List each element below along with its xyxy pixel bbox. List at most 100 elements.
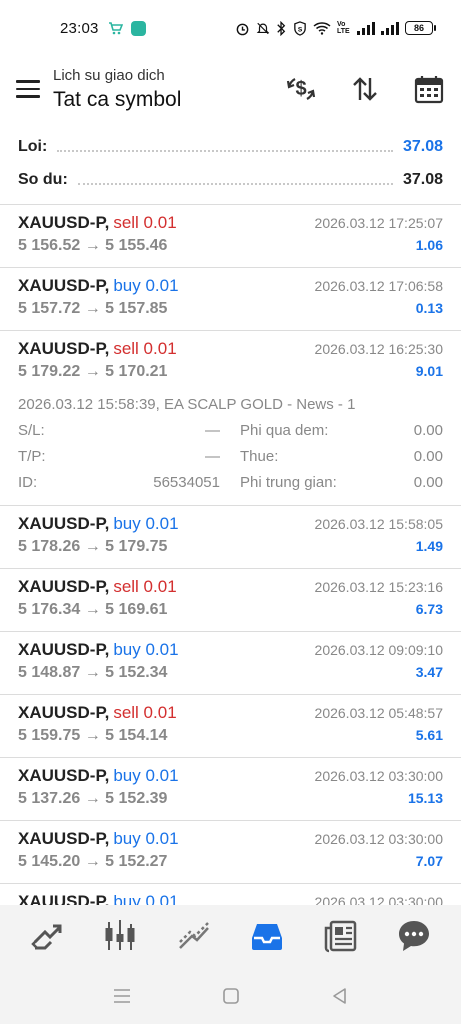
deal-datetime: 2026.03.12 17:25:07 [314, 215, 443, 231]
profit-row: Loi: 37.08 [0, 130, 461, 163]
page-subtitle: Lich su giao dich [53, 66, 165, 84]
commission-label: Phi trung gian: [240, 473, 337, 491]
bluetooth-icon [277, 20, 286, 36]
deal-side: buy 0.01 [113, 276, 179, 295]
nav-trade[interactable] [170, 912, 218, 960]
signal-icon-2 [381, 21, 399, 35]
status-time: 23:03 [60, 19, 99, 37]
deal-datetime: 2026.03.12 03:30:00 [314, 831, 443, 847]
deal-row[interactable]: XAUUSD-P, sell 0.01 2026.03.12 05:48:57 5 … [0, 695, 461, 758]
app-notification-icon [130, 20, 146, 36]
deal-datetime: 2026.03.12 03:30:00 [314, 894, 443, 905]
deal-profit: 3.47 [415, 664, 443, 680]
signal-icon [357, 21, 375, 35]
deal-prices: 5 137.26 → 5 152.39 [18, 790, 168, 807]
deal-side: sell 0.01 [113, 339, 177, 358]
deal-profit: 1.06 [415, 237, 443, 253]
deal-profit: 1.49 [415, 538, 443, 554]
deal-symbol: XAUUSD-P, [18, 829, 110, 848]
symbol-filter[interactable]: Tat ca symbol [53, 88, 181, 112]
deal-symbol: XAUUSD-P, [18, 892, 110, 905]
deal-side: buy 0.01 [113, 640, 179, 659]
chat-icon [399, 921, 430, 951]
recents-button[interactable] [110, 984, 134, 1008]
dotted-leader [57, 149, 393, 152]
deal-side: sell 0.01 [113, 703, 177, 722]
account-summary: Loi: 37.08 So du: 37.08 [0, 130, 461, 196]
deal-row[interactable]: XAUUSD-P, buy 0.01 2026.03.12 09:09:10 5 1… [0, 632, 461, 695]
deal-symbol: XAUUSD-P, [18, 339, 110, 358]
deal-prices: 5 178.26 → 5 179.75 [18, 538, 168, 555]
deal-prices: 5 159.75 → 5 154.14 [18, 727, 168, 744]
deal-profit: 7.07 [415, 853, 443, 869]
currency-exchange-button[interactable]: $ [283, 71, 319, 107]
balance-row: So du: 37.08 [0, 163, 461, 196]
alarm-icon [236, 23, 249, 35]
hamburger-icon-line [16, 87, 40, 91]
deal-datetime: 2026.03.12 15:58:05 [314, 516, 443, 532]
deal-prices: 5 145.20 → 5 152.27 [18, 853, 168, 870]
swap-label: Phi qua dem: [240, 421, 329, 439]
deal-side: sell 0.01 [113, 577, 177, 596]
nav-chat[interactable] [390, 912, 438, 960]
menu-button[interactable] [3, 64, 53, 114]
deal-symbol: XAUUSD-P, [18, 640, 110, 659]
deal-row[interactable]: XAUUSD-P, buy 0.01 2026.03.12 17:06:58 5 1… [0, 268, 461, 331]
nav-news[interactable] [317, 912, 365, 960]
balance-label: So du: [18, 170, 68, 188]
deal-datetime: 2026.03.12 05:48:57 [314, 705, 443, 721]
calendar-icon [414, 76, 444, 104]
commission-value: 0.00 [413, 473, 443, 491]
deal-prices: 5 179.22 → 5 170.21 [18, 363, 168, 380]
sl-label: S/L: [18, 421, 45, 439]
cart-icon [108, 22, 123, 35]
balance-value: 37.08 [402, 170, 443, 188]
home-button[interactable] [219, 984, 243, 1008]
deal-row[interactable]: XAUUSD-P, buy 0.01 2026.03.12 03:30:00 [0, 884, 461, 905]
deal-row[interactable]: XAUUSD-P, buy 0.01 2026.03.12 03:30:00 5 1… [0, 821, 461, 884]
sort-button[interactable] [347, 71, 383, 107]
deal-datetime: 2026.03.12 09:09:10 [314, 642, 443, 658]
trade-icon [178, 922, 209, 949]
svg-text:$: $ [295, 78, 306, 100]
deal-row[interactable]: XAUUSD-P, buy 0.01 2026.03.12 03:30:00 5 1… [0, 758, 461, 821]
deal-prices: 5 157.72 → 5 157.85 [18, 300, 168, 317]
app-header: Lich su giao dich Tat ca symbol $ [0, 56, 461, 122]
system-navigation [0, 967, 461, 1024]
bottom-navigation [0, 905, 461, 967]
id-label: ID: [18, 473, 38, 491]
history-icon [252, 924, 283, 950]
deal-row-expanded[interactable]: XAUUSD-P, sell 0.01 2026.03.12 16:25:30 5 … [0, 331, 461, 506]
deal-row[interactable]: XAUUSD-P, sell 0.01 2026.03.12 17:25:07 5 … [0, 205, 461, 268]
nav-chart[interactable] [96, 912, 144, 960]
mute-icon [256, 22, 270, 34]
svg-text:S: S [298, 26, 303, 33]
nav-quotes[interactable] [23, 912, 71, 960]
deal-list[interactable]: XAUUSD-P, sell 0.01 2026.03.12 17:25:07 5 … [0, 205, 461, 905]
deal-side: buy 0.01 [113, 766, 179, 785]
deal-datetime: 2026.03.12 15:23:16 [314, 579, 443, 595]
tax-value: 0.00 [413, 447, 443, 465]
nav-history[interactable] [243, 912, 291, 960]
wifi-icon [313, 22, 331, 35]
id-value: 56534051 [153, 473, 220, 491]
deal-detail: 2026.03.12 15:58:39, EA SCALP GOLD - New… [18, 387, 443, 501]
status-bar: 23:03 S Vo LTE 86 [0, 0, 461, 56]
swap-value: 0.00 [413, 421, 443, 439]
quotes-icon [30, 924, 62, 950]
calendar-button[interactable] [411, 71, 447, 107]
deal-side: buy 0.01 [113, 829, 179, 848]
deal-row[interactable]: XAUUSD-P, buy 0.01 2026.03.12 15:58:05 5 1… [0, 506, 461, 569]
deal-row[interactable]: XAUUSD-P, sell 0.01 2026.03.12 15:23:16 5 … [0, 569, 461, 632]
sl-value: — [205, 421, 220, 439]
deal-open-info: 2026.03.12 15:58:39, EA SCALP GOLD - New… [18, 395, 356, 413]
back-button[interactable] [328, 984, 352, 1008]
deal-side: buy 0.01 [113, 514, 179, 533]
sort-icon [353, 77, 377, 101]
deal-datetime: 2026.03.12 17:06:58 [314, 278, 443, 294]
deal-profit: 15.13 [407, 790, 443, 806]
deal-symbol: XAUUSD-P, [18, 276, 110, 295]
deal-symbol: XAUUSD-P, [18, 514, 110, 533]
tp-label: T/P: [18, 447, 46, 465]
home-square-icon [222, 987, 239, 1004]
